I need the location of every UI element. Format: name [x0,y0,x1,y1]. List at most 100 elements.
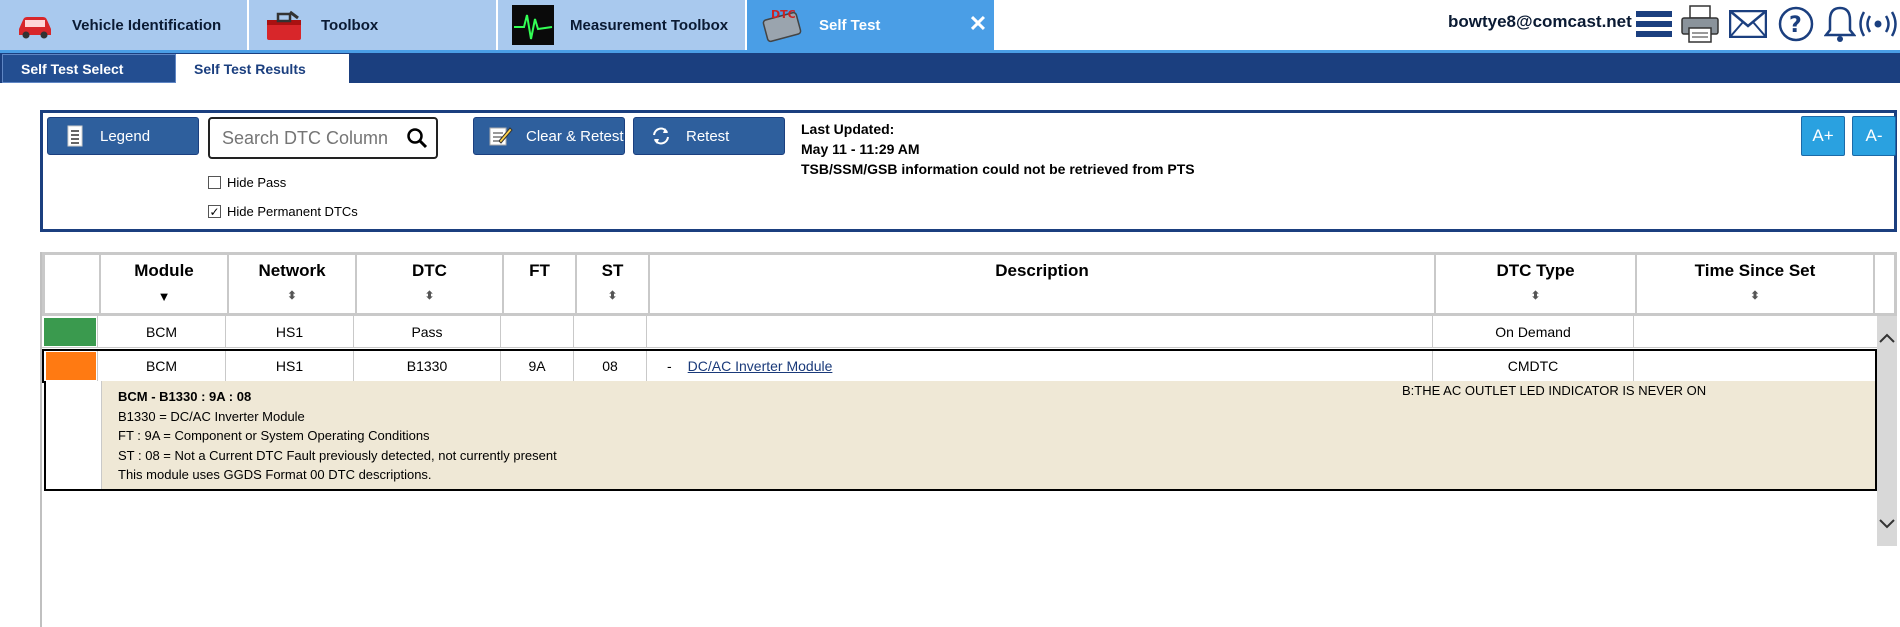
app-tab-measurement-toolbox[interactable]: Measurement Toolbox [498,0,745,50]
legend-label: Legend [100,127,151,145]
tab-self-test-results[interactable]: Self Test Results [176,54,349,83]
tab-self-test-select[interactable]: Self Test Select [2,54,176,83]
column-header-description[interactable]: Description [650,255,1436,313]
sort-icon[interactable]: ⬍ [1436,289,1635,302]
sort-icon[interactable]: ⬍ [229,289,355,302]
svg-text:DTC: DTC [771,8,796,21]
hide-permanent-label: Hide Permanent DTCs [227,204,358,219]
dtc-type-cell: On Demand [1433,316,1634,347]
column-header-dtc[interactable]: DTC ⬍ [357,255,504,313]
column-header-label: FT [529,261,550,280]
status-fault-indicator [45,352,96,380]
column-header-label: Time Since Set [1694,261,1816,280]
time-since-set-cell [1634,316,1877,347]
column-header-label: Module [134,261,194,280]
description-cell: - DC/AC Inverter Module [647,351,1433,381]
description-bullet: - [667,358,672,374]
column-header-module[interactable]: Module ▼ [101,255,229,313]
sort-icon[interactable]: ⬍ [1637,289,1873,302]
toolbar-panel: Legend Hide Pass ✓ Hide Permanent DTCs C… [40,110,1897,232]
detail-note: B:THE AC OUTLET LED INDICATOR IS NEVER O… [1402,383,1707,398]
clear-retest-label: Clear & Retest [526,127,624,145]
column-header-status [45,255,101,313]
column-header-st[interactable]: ST ⬍ [577,255,650,313]
description-link[interactable]: DC/AC Inverter Module [688,358,833,374]
app-tab-label: Vehicle Identification [72,16,222,34]
status-cell [44,351,98,381]
help-icon[interactable]: ? [1774,2,1818,46]
check-icon[interactable]: ✓ [208,205,221,218]
dtc-detail-panel: BCM - B1330 : 9A : 08 B1330 = DC/AC Inve… [44,381,1877,491]
module-cell: BCM [98,316,226,347]
network-cell: HS1 [226,351,354,381]
search-icon[interactable] [406,127,428,149]
clear-edit-icon [488,123,514,149]
app-tab-vehicle-identification[interactable]: Vehicle Identification [0,0,247,50]
sub-tab-bar: Self Test Select Self Test Results [0,53,1900,83]
sort-descending-icon[interactable]: ▼ [101,289,227,304]
st-cell [574,316,647,347]
printer-icon[interactable] [1678,2,1722,46]
font-increase-button[interactable]: A+ [1801,116,1845,156]
sort-icon[interactable]: ⬍ [577,289,648,302]
status-pass-indicator [43,317,96,346]
app-tab-self-test[interactable]: DTC Self Test ✕ [747,0,994,50]
last-updated-value: May 11 - 11:29 AM [801,141,920,157]
module-cell: BCM [98,351,226,381]
update-info: Last Updated: May 11 - 11:29 AM TSB/SSM/… [801,119,1195,179]
status-cell [42,316,98,347]
dtc-type-cell: CMDTC [1433,351,1634,381]
detail-line: This module uses GGDS Format 00 DTC desc… [118,467,432,482]
clear-retest-button[interactable]: Clear & Retest [473,117,625,155]
last-updated-label: Last Updated: [801,121,895,137]
font-decrease-button[interactable]: A- [1852,116,1896,156]
user-email: bowtye8@comcast.net [1448,12,1632,31]
table-row[interactable]: BCM HS1 Pass On Demand [42,316,1877,348]
app-tab-label: Toolbox [321,16,379,34]
list-icon [62,123,88,149]
chevron-down-icon[interactable] [1877,512,1897,536]
dtc-cell: Pass [354,316,501,347]
oscilloscope-icon [508,4,558,46]
search-input[interactable] [222,127,402,149]
detail-line: ST : 08 = Not a Current DTC Fault previo… [118,447,557,463]
close-icon[interactable]: ✕ [966,12,990,36]
description-cell [647,316,1433,347]
menu-icon[interactable] [1632,2,1676,46]
time-since-set-cell [1634,351,1875,381]
app-tab-label: Measurement Toolbox [570,16,729,34]
column-header-label: Description [995,261,1089,280]
chevron-up-icon[interactable] [1877,326,1897,350]
column-header-time-since-set[interactable]: Time Since Set ⬍ [1637,255,1875,313]
column-header-ft[interactable]: FT [504,255,577,313]
column-header-network[interactable]: Network ⬍ [229,255,357,313]
detail-spacer [46,381,102,489]
svg-text:?: ? [1789,13,1802,38]
ft-cell: 9A [501,351,574,381]
mail-icon[interactable] [1726,2,1770,46]
column-header-label: DTC [412,261,447,280]
app-tab-bar: Vehicle Identification Toolbox Measureme… [0,0,1900,50]
hide-permanent-checkbox[interactable]: ✓ Hide Permanent DTCs [208,204,358,219]
car-icon [10,4,60,46]
retest-button[interactable]: Retest [633,117,785,155]
sort-icon[interactable]: ⬍ [357,289,502,302]
toolbox-icon [259,4,309,46]
dtc-results-table: Module ▼ Network ⬍ DTC ⬍ FT ST ⬍ Descrip… [40,252,1897,627]
search-box [208,117,438,159]
table-header: Module ▼ Network ⬍ DTC ⬍ FT ST ⬍ Descrip… [42,252,1897,316]
ft-cell [501,316,574,347]
table-row-selected[interactable]: BCM HS1 B1330 9A 08 - DC/AC Inverter Mod… [42,349,1877,383]
network-cell: HS1 [226,316,354,347]
app-tab-toolbox[interactable]: Toolbox [249,0,496,50]
pts-message: TSB/SSM/GSB information could not be ret… [801,161,1195,177]
refresh-icon [648,123,674,149]
column-header-label: DTC Type [1496,261,1575,280]
checkbox-empty[interactable] [208,176,221,189]
hide-pass-checkbox[interactable]: Hide Pass [208,175,286,190]
legend-button[interactable]: Legend [47,117,199,155]
wireless-icon[interactable] [1856,2,1900,46]
column-header-dtc-type[interactable]: DTC Type ⬍ [1436,255,1637,313]
column-header-label: ST [601,261,624,280]
detail-title: BCM - B1330 : 9A : 08 [118,389,252,404]
